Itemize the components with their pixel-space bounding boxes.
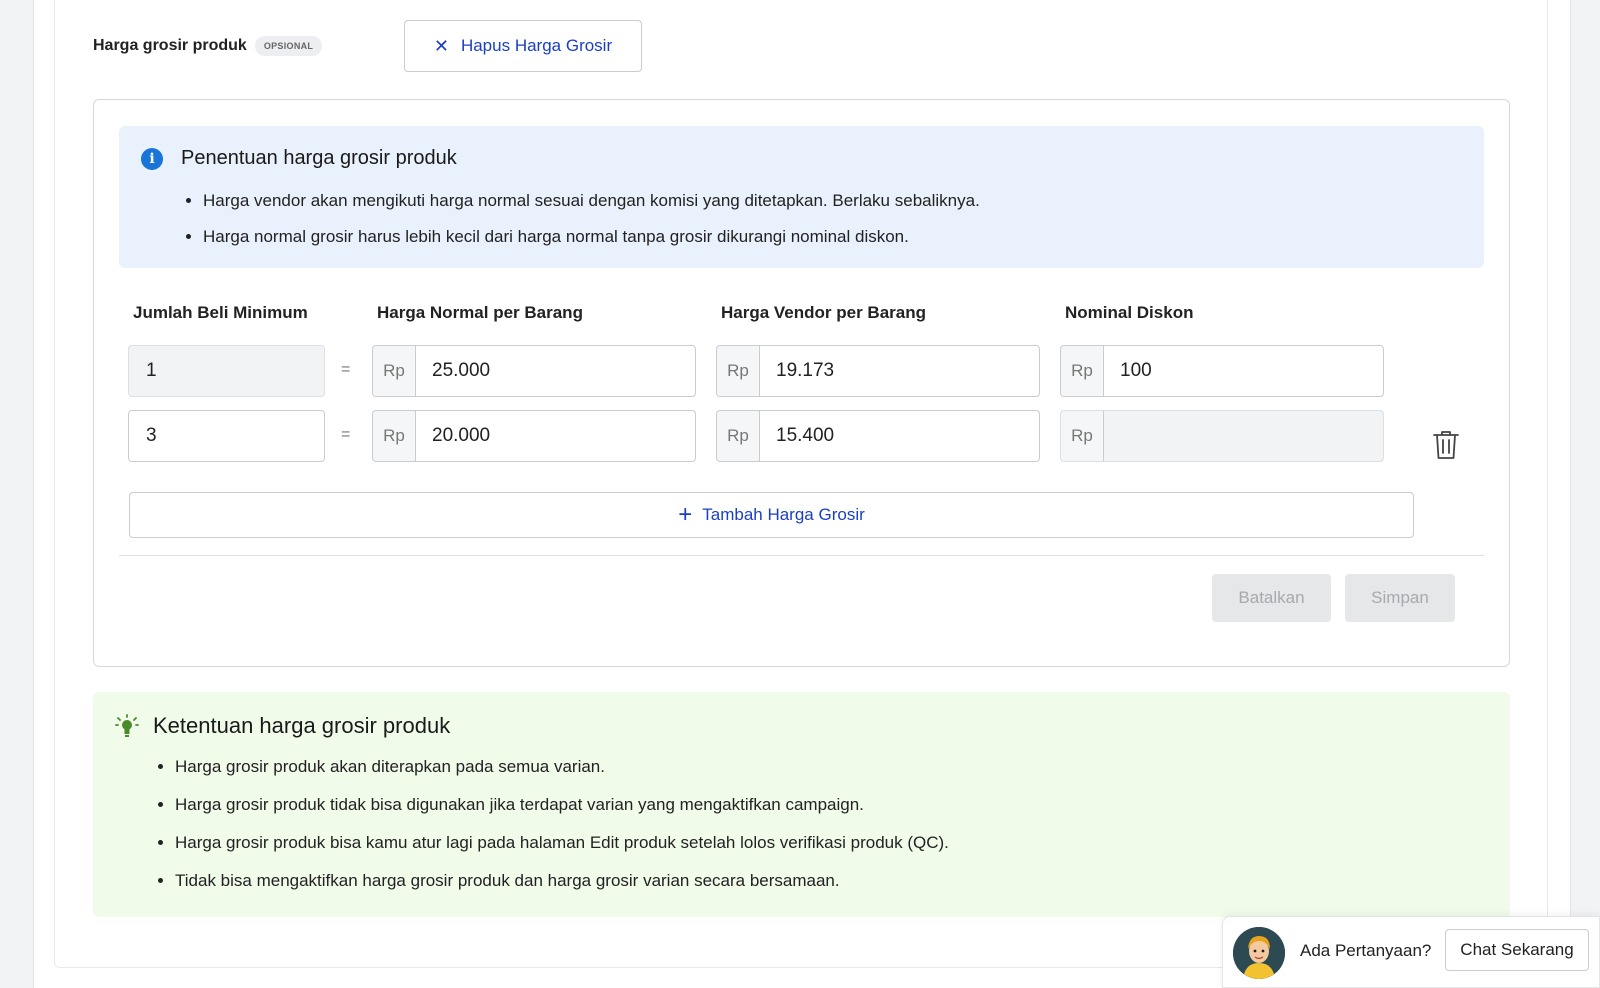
tips-list: Harga grosir produk akan diterapkan pada… bbox=[175, 756, 949, 908]
trash-icon[interactable] bbox=[1432, 430, 1460, 460]
vendor-price-value: 19.173 bbox=[760, 360, 834, 382]
close-icon: ✕ bbox=[434, 36, 449, 57]
info-icon: i bbox=[141, 148, 163, 170]
min-qty-input[interactable]: 3 bbox=[128, 410, 325, 462]
chat-now-button[interactable]: Chat Sekarang bbox=[1445, 929, 1589, 971]
currency-prefix: Rp bbox=[717, 346, 760, 396]
add-wholesale-label: Tambah Harga Grosir bbox=[702, 505, 865, 525]
optional-badge: OPSIONAL bbox=[255, 36, 322, 56]
tips-item: Harga grosir produk akan diterapkan pada… bbox=[175, 756, 949, 778]
column-header-discount: Nominal Diskon bbox=[1065, 303, 1193, 323]
avatar bbox=[1233, 927, 1285, 979]
page-right-gutter bbox=[1570, 0, 1600, 988]
info-item: Harga normal grosir harus lebih kecil da… bbox=[203, 226, 980, 248]
normal-price-input[interactable]: Rp 25.000 bbox=[372, 345, 696, 397]
column-header-normal-price: Harga Normal per Barang bbox=[377, 303, 583, 323]
normal-price-value: 25.000 bbox=[416, 360, 490, 382]
plus-icon: + bbox=[678, 501, 692, 529]
min-qty-input: 1 bbox=[128, 345, 325, 397]
tips-title: Ketentuan harga grosir produk bbox=[153, 713, 450, 739]
tips-banner: Ketentuan harga grosir produk Harga gros… bbox=[93, 692, 1510, 917]
vendor-price-input[interactable]: Rp 15.400 bbox=[716, 410, 1040, 462]
equals-sign: = bbox=[341, 426, 350, 444]
page-left-gutter bbox=[0, 0, 34, 988]
remove-wholesale-label: Hapus Harga Grosir bbox=[461, 36, 612, 56]
tips-item: Tidak bisa mengaktifkan harga grosir pro… bbox=[175, 870, 949, 892]
wholesale-price-header: Harga grosir produk OPSIONAL ✕ Hapus Har… bbox=[93, 20, 322, 72]
add-wholesale-button[interactable]: + Tambah Harga Grosir bbox=[129, 492, 1414, 538]
info-item: Harga vendor akan mengikuti harga normal… bbox=[203, 190, 980, 212]
info-banner: i Penentuan harga grosir produk Harga ve… bbox=[119, 126, 1484, 268]
vendor-price-value: 15.400 bbox=[760, 425, 834, 447]
discount-input[interactable]: Rp 100 bbox=[1060, 345, 1384, 397]
normal-price-input[interactable]: Rp 20.000 bbox=[372, 410, 696, 462]
column-header-qty: Jumlah Beli Minimum bbox=[133, 303, 308, 323]
vendor-price-input[interactable]: Rp 19.173 bbox=[716, 345, 1040, 397]
tips-item: Harga grosir produk bisa kamu atur lagi … bbox=[175, 832, 949, 854]
wholesale-price-card: i Penentuan harga grosir produk Harga ve… bbox=[93, 99, 1510, 667]
divider bbox=[119, 555, 1484, 556]
cancel-button[interactable]: Batalkan bbox=[1212, 574, 1331, 622]
lightbulb-icon bbox=[115, 714, 139, 740]
currency-prefix: Rp bbox=[717, 411, 760, 461]
currency-prefix: Rp bbox=[373, 411, 416, 461]
remove-wholesale-button[interactable]: ✕ Hapus Harga Grosir bbox=[404, 20, 642, 72]
min-qty-value: 1 bbox=[146, 360, 157, 382]
column-header-vendor-price: Harga Vendor per Barang bbox=[721, 303, 926, 323]
support-avatar-icon bbox=[1233, 927, 1285, 979]
page-container: Harga grosir produk OPSIONAL ✕ Hapus Har… bbox=[34, 0, 1570, 988]
min-qty-value: 3 bbox=[146, 425, 157, 447]
save-button[interactable]: Simpan bbox=[1345, 574, 1455, 622]
currency-prefix: Rp bbox=[1061, 346, 1104, 396]
info-list: Harga vendor akan mengikuti harga normal… bbox=[203, 190, 980, 262]
normal-price-value: 20.000 bbox=[416, 425, 490, 447]
tips-item: Harga grosir produk tidak bisa digunakan… bbox=[175, 794, 949, 816]
chat-widget: Ada Pertanyaan? Chat Sekarang bbox=[1222, 916, 1600, 988]
chat-question: Ada Pertanyaan? bbox=[1300, 941, 1431, 961]
currency-prefix: Rp bbox=[1061, 411, 1104, 461]
currency-prefix: Rp bbox=[373, 346, 416, 396]
equals-sign: = bbox=[341, 361, 350, 379]
form-card: Harga grosir produk OPSIONAL ✕ Hapus Har… bbox=[54, 0, 1548, 968]
info-title: Penentuan harga grosir produk bbox=[181, 147, 457, 170]
field-label: Harga grosir produk bbox=[93, 37, 247, 55]
discount-value: 100 bbox=[1104, 360, 1152, 382]
discount-input: Rp bbox=[1060, 410, 1384, 462]
